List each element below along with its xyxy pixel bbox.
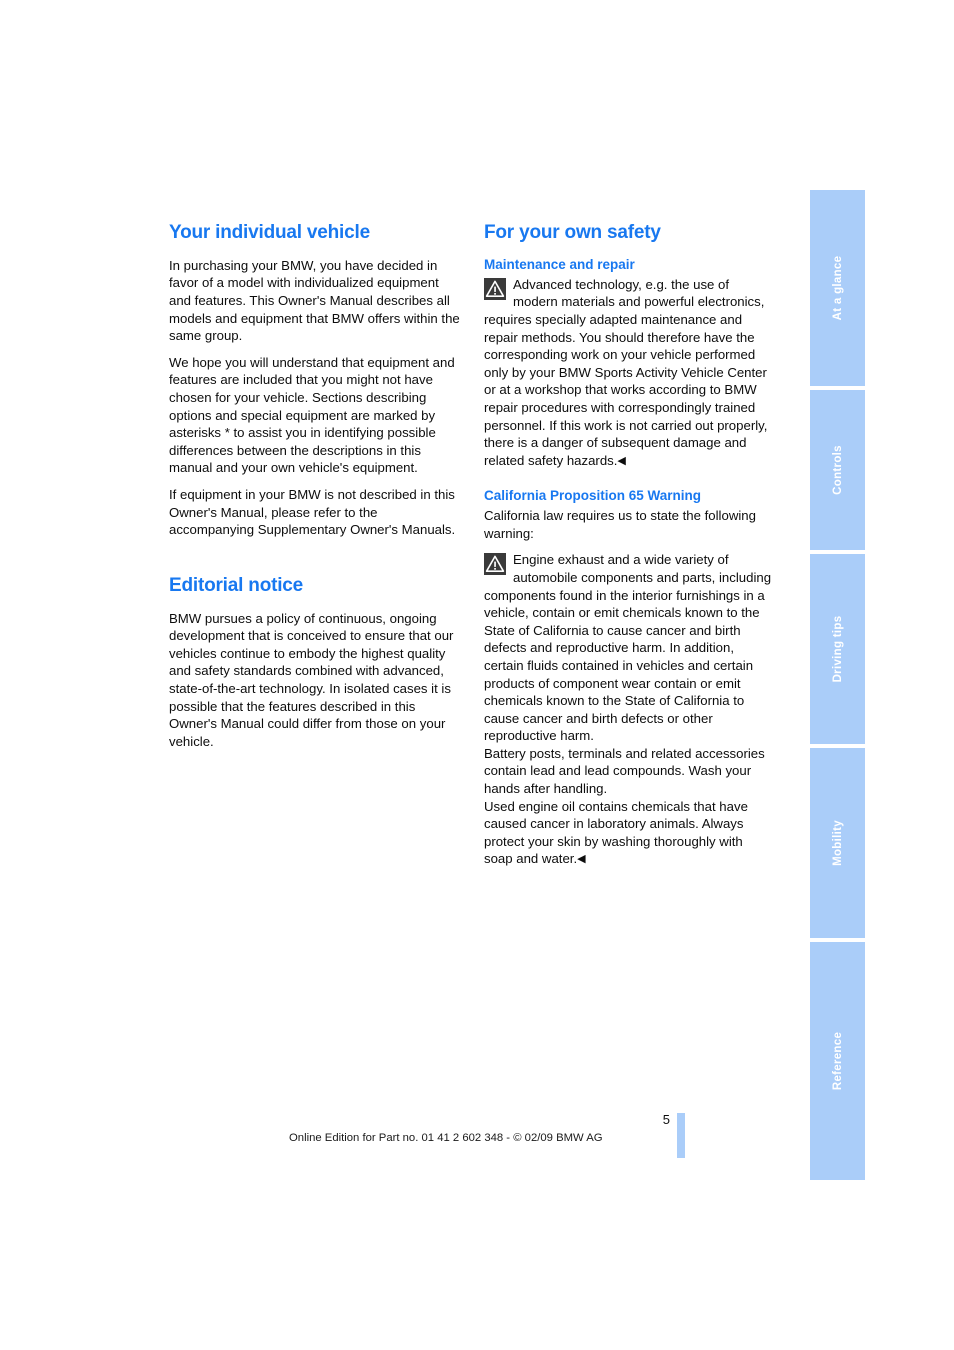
warning-triangle-icon (484, 277, 506, 300)
warning-text: Advanced technology, e.g. the use of mod… (484, 276, 768, 468)
tab-reference[interactable]: Reference (810, 942, 865, 1180)
end-of-warning-marker: ◀ (617, 454, 626, 467)
warning-triangle-icon (484, 553, 506, 576)
heading-for-your-own-safety: For your own safety (484, 222, 661, 243)
paragraph: If equipment in your BMW is not describe… (169, 487, 456, 538)
heading-your-individual-vehicle: Your individual vehicle (169, 222, 370, 243)
document-page: At a glance Controls Driving tips Mobili… (0, 0, 954, 1350)
heading-editorial-notice: Editorial notice (169, 574, 304, 596)
page-number: 5 (662, 1112, 670, 1127)
tab-label: At a glance (831, 255, 844, 321)
right-text-column: For your own safety Maintenance and repa… (484, 222, 774, 868)
tab-label: Mobility (831, 820, 844, 866)
paragraph-battery-posts: Battery posts, terminals and related acc… (484, 745, 765, 797)
paragraph: We hope you will understand that equipme… (169, 354, 455, 476)
paragraph: In purchasing your BMW, you have decided… (169, 257, 460, 344)
tab-mobility[interactable]: Mobility (810, 748, 865, 938)
paragraph-text: Used engine oil contains chemicals that … (484, 798, 748, 867)
end-of-warning-marker: ◀ (577, 853, 586, 866)
tab-driving-tips[interactable]: Driving tips (810, 554, 865, 744)
subheading-maintenance-and-repair: Maintenance and repair (484, 256, 635, 272)
tab-label: Driving tips (831, 615, 844, 683)
tab-controls[interactable]: Controls (810, 390, 865, 550)
thumb-index-tab-rail: At a glance Controls Driving tips Mobili… (810, 190, 865, 1180)
paragraph-prop65-intro: California law requires us to state the … (484, 508, 756, 541)
warning-text: Engine exhaust and a wide variety of aut… (484, 552, 772, 744)
tab-label: Controls (831, 445, 844, 495)
left-text-column: Your individual vehicle In purchasing yo… (169, 222, 461, 759)
subheading-california-proposition-65-warning: California Proposition 65 Warning (484, 488, 702, 504)
tab-label: Reference (831, 1031, 844, 1091)
tab-at-a-glance[interactable]: At a glance (810, 190, 865, 386)
warning-block-prop65: Engine exhaust and a wide variety of aut… (484, 551, 774, 745)
footer-edition-note: Online Edition for Part no. 01 41 2 602 … (289, 1132, 603, 1144)
paragraph: BMW pursues a policy of continuous, ongo… (169, 610, 454, 749)
paragraph-used-engine-oil: Used engine oil contains chemicals that … (484, 798, 774, 868)
warning-block-maintenance: Advanced technology, e.g. the use of mod… (484, 276, 774, 470)
page-number-bar (677, 1113, 685, 1158)
